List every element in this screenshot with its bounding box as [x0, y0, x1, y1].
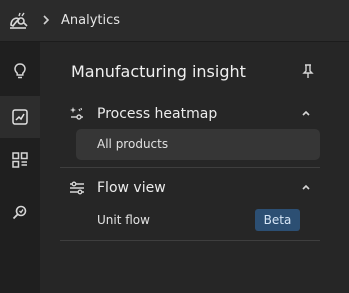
- flow-lines-icon: [70, 181, 84, 195]
- side-rail: [0, 42, 40, 293]
- section-flow-view[interactable]: Flow view: [60, 176, 320, 200]
- chevron-up-icon[interactable]: [300, 181, 312, 193]
- pin-icon[interactable]: [302, 63, 314, 79]
- search-inspect-icon: [12, 205, 27, 220]
- rail-item-inspect[interactable]: [0, 192, 40, 234]
- bee-logo-icon[interactable]: [7, 10, 29, 32]
- list-item-label: Unit flow: [97, 213, 150, 227]
- list-item-unit-flow[interactable]: Unit flow Beta: [76, 207, 320, 233]
- sparkle-settings-icon: [70, 107, 83, 120]
- list-item-label: All products: [97, 137, 169, 151]
- dashboard-grid-icon: [12, 152, 28, 168]
- list-item-all-products[interactable]: All products: [76, 129, 320, 160]
- rail-item-analytics[interactable]: [0, 96, 40, 138]
- lightbulb-icon: [14, 63, 26, 79]
- rail-item-dashboards[interactable]: [0, 139, 40, 181]
- chevron-up-icon[interactable]: [300, 107, 312, 119]
- beta-badge: Beta: [255, 209, 300, 231]
- divider: [60, 240, 320, 241]
- chevron-right-icon: [43, 15, 50, 25]
- divider: [60, 167, 320, 168]
- panel-title: Manufacturing insight: [71, 62, 246, 81]
- breadcrumb[interactable]: Analytics: [61, 11, 120, 31]
- section-label: Process heatmap: [97, 106, 218, 122]
- top-bar: Analytics: [0, 0, 349, 42]
- rail-item-insights[interactable]: [0, 50, 40, 92]
- chart-trend-icon: [12, 109, 28, 125]
- section-process-heatmap[interactable]: Process heatmap: [60, 102, 320, 126]
- section-label: Flow view: [97, 180, 166, 196]
